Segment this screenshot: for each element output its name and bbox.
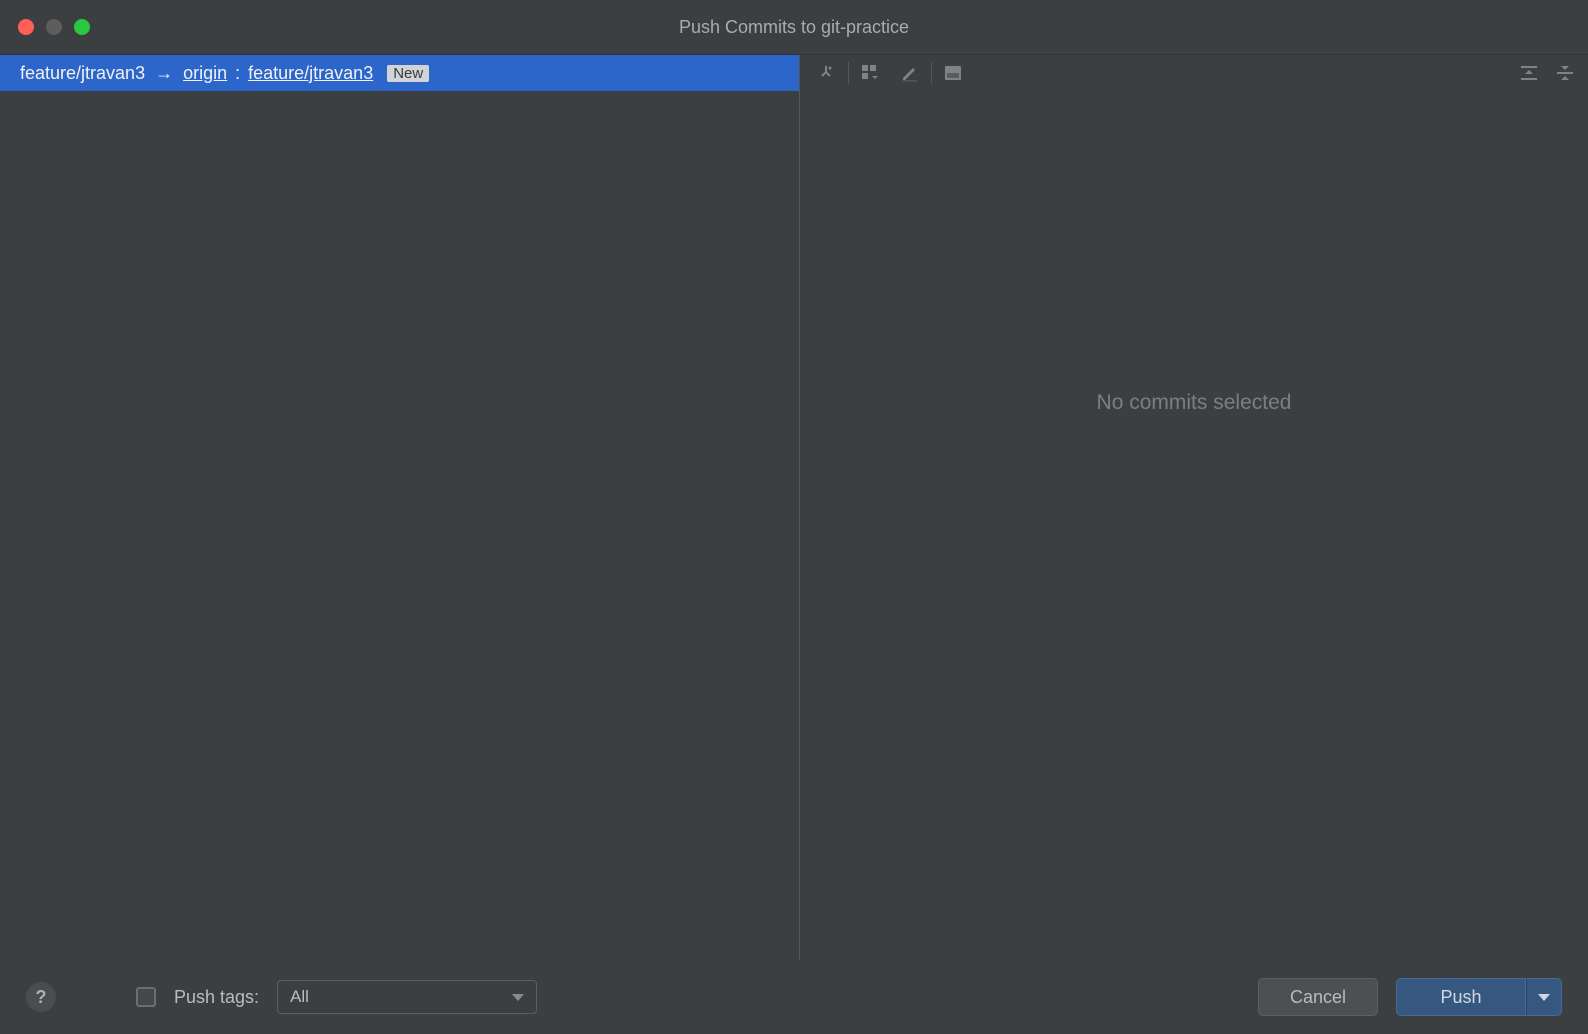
pin-icon[interactable]	[816, 62, 838, 84]
content-area: feature/jtravan3 → origin : feature/jtra…	[0, 54, 1588, 960]
push-button-label: Push	[1440, 987, 1481, 1008]
group-by-icon[interactable]	[859, 62, 881, 84]
commit-details-pane: No commits selected	[800, 55, 1588, 960]
chevron-down-icon	[512, 994, 524, 1001]
maximize-window-button[interactable]	[74, 19, 90, 35]
collapse-all-icon[interactable]	[1554, 62, 1576, 84]
toolbar-separator	[848, 62, 849, 84]
push-dropdown-button[interactable]	[1526, 978, 1562, 1016]
close-window-button[interactable]	[18, 19, 34, 35]
minimize-window-button[interactable]	[46, 19, 62, 35]
cancel-button[interactable]: Cancel	[1258, 978, 1378, 1016]
preview-diff-icon[interactable]	[942, 62, 964, 84]
edit-icon[interactable]	[899, 62, 921, 84]
cancel-button-label: Cancel	[1290, 987, 1346, 1008]
branch-row[interactable]: feature/jtravan3 → origin : feature/jtra…	[0, 55, 799, 91]
toolbar-separator-2	[931, 62, 932, 84]
colon-separator: :	[235, 63, 240, 84]
chevron-down-icon	[1538, 994, 1550, 1001]
window-title: Push Commits to git-practice	[679, 17, 909, 38]
push-tags-selected: All	[290, 987, 309, 1007]
dialog-footer: ? Push tags: All Cancel Push	[0, 960, 1588, 1034]
push-split-button: Push	[1396, 978, 1562, 1016]
push-tags-select[interactable]: All	[277, 980, 537, 1014]
remote-branch-link[interactable]: feature/jtravan3	[248, 63, 373, 84]
titlebar: Push Commits to git-practice	[0, 0, 1588, 54]
remote-name-link[interactable]: origin	[183, 63, 227, 84]
window-controls	[18, 0, 90, 54]
local-branch-label: feature/jtravan3	[20, 63, 145, 84]
details-body: No commits selected	[800, 91, 1588, 960]
commits-tree-pane[interactable]: feature/jtravan3 → origin : feature/jtra…	[0, 55, 800, 960]
push-tags-checkbox[interactable]	[136, 987, 156, 1007]
help-icon: ?	[36, 987, 47, 1008]
push-commits-dialog: Push Commits to git-practice feature/jtr…	[0, 0, 1588, 1034]
no-commits-message: No commits selected	[1097, 391, 1292, 415]
details-toolbar	[800, 55, 1588, 91]
push-tags-label: Push tags:	[174, 987, 259, 1008]
arrow-right-icon: →	[155, 63, 173, 84]
push-button[interactable]: Push	[1396, 978, 1526, 1016]
help-button[interactable]: ?	[26, 982, 56, 1012]
expand-all-icon[interactable]	[1518, 62, 1540, 84]
new-badge: New	[387, 65, 429, 82]
